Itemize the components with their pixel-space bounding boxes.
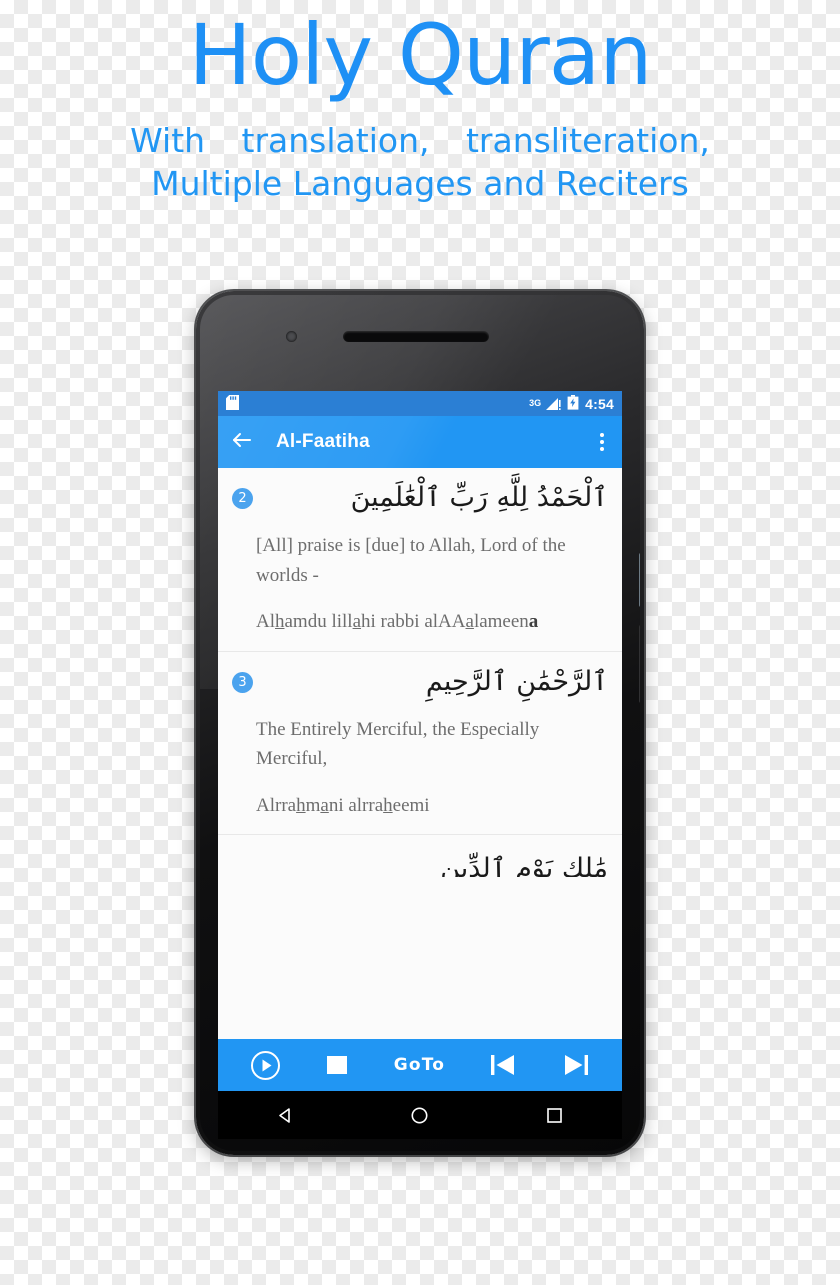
verse-header: 3 ٱلرَّحْمَٰنِ ٱلرَّحِيمِ [232,662,608,701]
hero-subtitle-line-2: Multiple Languages and Reciters [151,163,689,203]
battery-charging-icon [567,394,579,413]
earpiece-speaker [343,331,489,342]
verse-transliteration-text: Alhamdu lillahi rabbi alAAalameena [256,611,539,633]
verse-item[interactable]: 3 ٱلرَّحْمَٰنِ ٱلرَّحِيمِ The Entirely M… [218,652,622,836]
stop-square-icon[interactable] [325,1053,349,1077]
status-bar: 3G 4:54 [218,391,622,416]
verse-arabic-text: مَٰلِكِ يَوْمِ ٱلدِّينِ [440,853,608,878]
overflow-dot [600,447,604,451]
verse-header: 2 ٱلْحَمْدُ لِلَّهِ رَبِّ ٱلْعَٰلَمِينَ [232,478,608,517]
skip-next-icon[interactable] [562,1052,590,1078]
app-bar: Al-Faatiha [218,416,622,468]
power-button[interactable] [639,553,640,607]
phone-body: 3G 4:54 Al-Faatiha 2 ٱلْحَمْدُ لِلَّهِ ر… [200,295,640,1151]
overflow-dot [600,440,604,444]
verse-arabic-text: ٱلرَّحْمَٰنِ ٱلرَّحِيمِ [425,665,608,697]
hero-subtitle-line-1: With translation, transliteration, [130,121,710,161]
play-circle-icon[interactable] [250,1050,281,1081]
network-type-label: 3G [529,398,542,408]
audio-player-bar: GoTo [218,1039,622,1091]
front-camera-icon [286,331,297,342]
verse-translation-text: [All] praise is [due] to Allah, Lord of … [256,535,566,586]
verse-number-badge: 3 [232,671,253,693]
nav-back-triangle-icon[interactable] [276,1106,295,1125]
verse-list[interactable]: 2 ٱلْحَمْدُ لِلَّهِ رَبِّ ٱلْعَٰلَمِينَ … [218,468,622,1039]
goto-button[interactable]: GoTo [394,1055,445,1075]
skip-previous-icon[interactable] [489,1052,517,1078]
status-bar-clock: 4:54 [585,395,614,412]
sd-card-icon [226,394,239,413]
android-navigation-bar [218,1091,622,1139]
volume-button[interactable] [639,625,640,703]
app-bar-title: Al-Faatiha [276,431,370,452]
verse-transliteration-text: Alrrahmani alrraheemi [256,794,430,816]
overflow-dot [600,433,604,437]
back-arrow-icon[interactable] [230,428,254,457]
verse-item[interactable]: 2 ٱلْحَمْدُ لِلَّهِ رَبِّ ٱلْعَٰلَمِينَ … [218,468,622,652]
nav-home-circle-icon[interactable] [410,1106,429,1125]
signal-bars-icon [546,397,561,411]
page-title: Holy Quran [188,6,653,104]
verse-number-badge: 2 [232,488,253,509]
phone-mockup: 3G 4:54 Al-Faatiha 2 ٱلْحَمْدُ لِلَّهِ ر… [196,291,644,1155]
overflow-menu-icon[interactable] [594,429,610,455]
hero-subtitle: With translation, transliteration, Multi… [0,120,840,206]
verse-arabic-text: ٱلْحَمْدُ لِلَّهِ رَبِّ ٱلْعَٰلَمِينَ [350,482,608,513]
verse-item-clipped[interactable]: مَٰلِكِ يَوْمِ ٱلدِّينِ [218,835,622,877]
phone-screen: 3G 4:54 Al-Faatiha 2 ٱلْحَمْدُ لِلَّهِ ر… [218,391,622,1091]
hero-header: Holy Quran With translation, translitera… [0,0,840,206]
status-bar-right-group: 3G 4:54 [529,394,614,413]
verse-translation-text: The Entirely Merciful, the Especially Me… [256,718,540,770]
nav-recents-square-icon[interactable] [545,1106,564,1125]
